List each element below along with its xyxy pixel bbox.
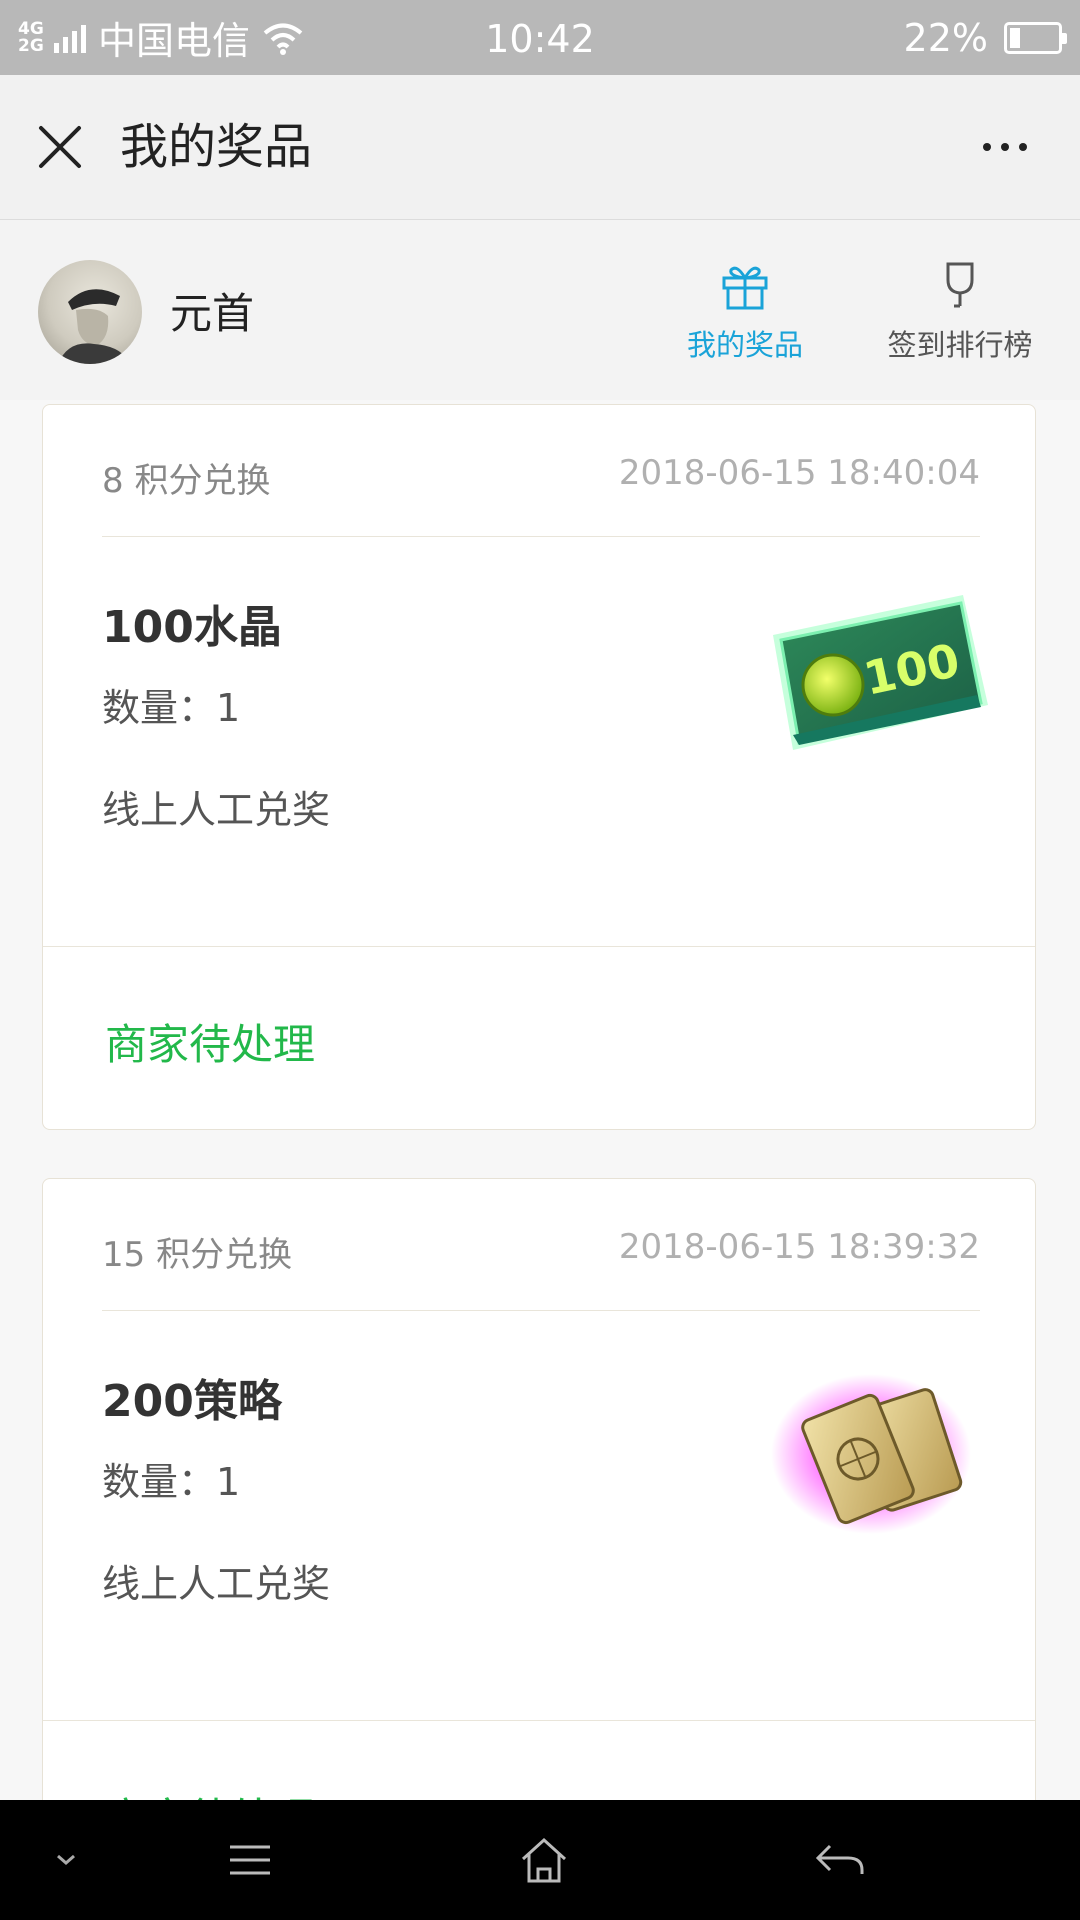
system-nav-bar [0,1800,1080,1920]
close-button[interactable] [30,113,90,181]
tab-my-prizes[interactable]: 我的奖品 [660,260,830,370]
crystal-ticket-image: 100 [773,595,988,750]
tab-my-prizes-label: 我的奖品 [686,328,803,362]
redeem-time: 2018-06-15 18:40:04 [618,453,980,493]
prize-quantity: 数量：1 [102,1460,241,1504]
prize-quantity: 数量：1 [102,686,241,730]
redeem-method: 线上人工兑奖 [102,788,331,832]
page-title: 我的奖品 [120,119,313,175]
chevron-down-icon [57,1854,75,1865]
prize-name: 100水晶 [102,602,282,653]
avatar-image [58,289,130,364]
close-icon [39,126,81,168]
battery-percent: 22% [903,15,988,60]
nav-home-button[interactable] [484,1800,604,1920]
redeem-method: 线上人工兑奖 [102,1562,331,1606]
status-bar: 4G 2G 中国电信 10:42 22% [0,0,1080,75]
more-dot [1001,143,1009,151]
prize-status: 商家待处理 [105,1020,316,1069]
trophy-icon [946,262,974,308]
prize-card[interactable]: 15 积分兑换 2018-06-15 18:39:32 200策略 数量：1 线… [42,1178,1036,1878]
back-icon [815,1844,864,1874]
battery-icon [1004,21,1067,54]
battery-level [1010,27,1020,48]
prize-card-header: 8 积分兑换 2018-06-15 18:40:04 [102,405,980,537]
tab-checkin-ranking-label: 签到排行榜 [887,328,1033,362]
more-options-button[interactable] [970,125,1040,169]
username: 元首 [170,289,255,338]
points-cost: 8 积分兑换 [102,461,271,501]
nav-collapse-button[interactable] [6,1800,126,1920]
avatar[interactable] [38,260,142,364]
nav-menu-button[interactable] [190,1800,310,1920]
prize-card-footer: 商家待处理 [43,946,1035,1130]
title-bar: 我的奖品 [0,75,1080,220]
status-bar-right: 22% [903,0,1067,75]
tab-checkin-ranking[interactable]: 签到排行榜 [875,260,1045,370]
profile-bar: 元首 我的奖品 签到排行榜 [0,220,1080,400]
gift-icon [722,266,768,310]
more-dot [1019,143,1027,151]
menu-icon [230,1845,270,1875]
nav-back-button[interactable] [780,1800,900,1920]
redeem-time: 2018-06-15 18:39:32 [618,1227,980,1267]
prize-name: 200策略 [102,1376,282,1427]
prize-card[interactable]: 8 积分兑换 2018-06-15 18:40:04 100水晶 数量：1 线上… [42,404,1036,1130]
home-icon [521,1837,567,1883]
more-dot [983,143,991,151]
points-cost: 15 积分兑换 [102,1235,293,1275]
prize-card-header: 15 积分兑换 2018-06-15 18:39:32 [102,1179,980,1311]
strategy-cards-image [771,1374,971,1534]
